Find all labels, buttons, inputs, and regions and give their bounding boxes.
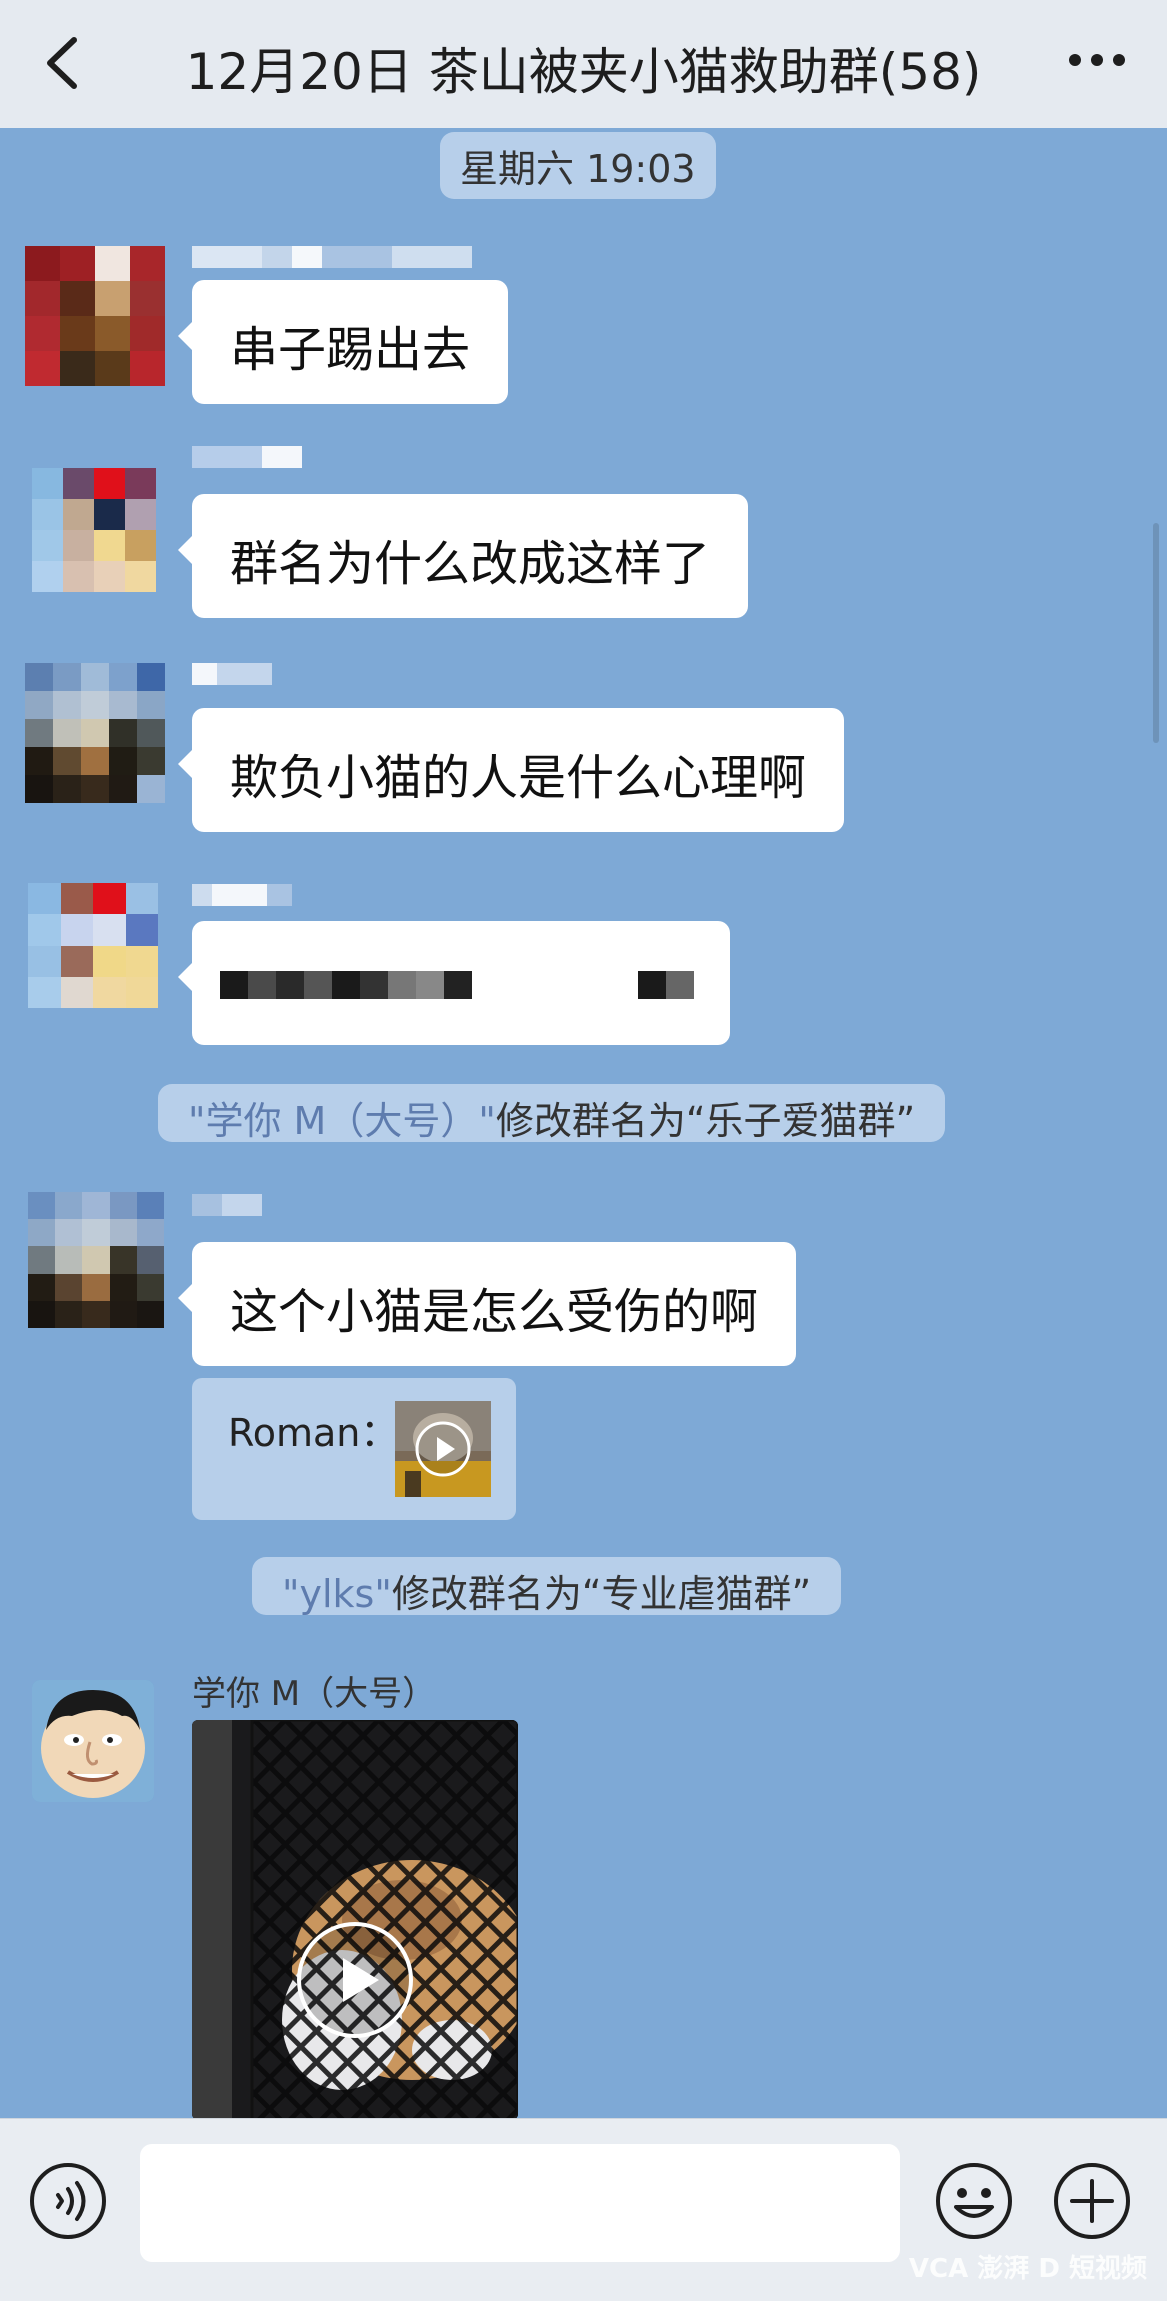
notice-action: 修改群名为“专业虐猫群” <box>391 1572 812 1616</box>
composer-bar: VCA 澎湃 D 短视频 <box>0 2118 1167 2301</box>
chat-header: 12月20日 茶山被夹小猫救助群(58) <box>0 0 1167 129</box>
timestamp-text: 星期六 19:03 <box>460 147 696 191</box>
chat-title: 12月20日 茶山被夹小猫救助群(58) <box>185 43 982 101</box>
chat-messages-area[interactable]: 星期六 19:03 串子踢出去 群名为什么改成这样了 欺负小猫的人是什么心理啊 … <box>0 128 1167 2118</box>
video-message[interactable] <box>192 1720 518 2118</box>
sender-name-blurred <box>192 884 292 906</box>
scrollbar[interactable] <box>1153 523 1159 743</box>
avatar[interactable] <box>25 663 165 803</box>
redaction-block <box>638 971 694 999</box>
avatar[interactable] <box>32 468 156 592</box>
quote-video-thumbnail[interactable] <box>395 1401 491 1497</box>
sender-name-blurred <box>192 663 272 685</box>
timestamp-pill: 星期六 19:03 <box>440 132 716 199</box>
notice-actor[interactable]: "学你 M（大号）" <box>188 1099 496 1143</box>
message-text: 串子踢出去 <box>230 322 471 378</box>
avatar[interactable] <box>25 246 165 386</box>
redaction-block <box>220 971 472 999</box>
sender-name[interactable]: 学你 M（大号） <box>192 1666 436 1715</box>
message-text: 这个小猫是怎么受伤的啊 <box>230 1284 759 1340</box>
more-dots-icon[interactable] <box>1067 50 1127 70</box>
message-text: 欺负小猫的人是什么心理啊 <box>230 750 807 806</box>
message-bubble[interactable]: 这个小猫是怎么受伤的啊 <box>177 1242 797 1366</box>
system-notice: "ylks"修改群名为“专业虐猫群” <box>252 1557 842 1616</box>
chevron-left-icon[interactable] <box>32 28 92 98</box>
cartoon-face-avatar[interactable] <box>32 1680 154 1802</box>
notice-actor[interactable]: "ylks" <box>282 1572 392 1616</box>
play-icon[interactable] <box>295 1920 415 2040</box>
quoted-message[interactable]: Roman： <box>192 1378 516 1520</box>
notice-action: 修改群名为“乐子爱猫群” <box>495 1099 916 1143</box>
sender-name-blurred <box>192 446 302 468</box>
sender-name-blurred <box>192 246 472 268</box>
sender-name-blurred <box>192 1194 262 1216</box>
message-bubble[interactable]: 串子踢出去 <box>177 280 509 404</box>
avatar[interactable] <box>28 883 158 1008</box>
system-notice: "学你 M（大号）"修改群名为“乐子爱猫群” <box>158 1084 946 1143</box>
plus-icon[interactable] <box>1052 2161 1132 2241</box>
message-text: 群名为什么改成这样了 <box>230 536 711 592</box>
message-input[interactable] <box>140 2144 900 2262</box>
watermark: VCA 澎湃 D 短视频 <box>908 2254 1147 2284</box>
voice-icon[interactable] <box>28 2161 108 2241</box>
play-icon <box>415 1421 471 1477</box>
message-bubble-redacted[interactable] <box>178 921 730 1045</box>
emoji-icon[interactable] <box>934 2161 1014 2241</box>
quote-sender: Roman： <box>228 1411 399 1455</box>
message-bubble[interactable]: 群名为什么改成这样了 <box>177 494 749 618</box>
avatar[interactable] <box>28 1192 164 1328</box>
message-bubble[interactable]: 欺负小猫的人是什么心理啊 <box>177 708 845 832</box>
